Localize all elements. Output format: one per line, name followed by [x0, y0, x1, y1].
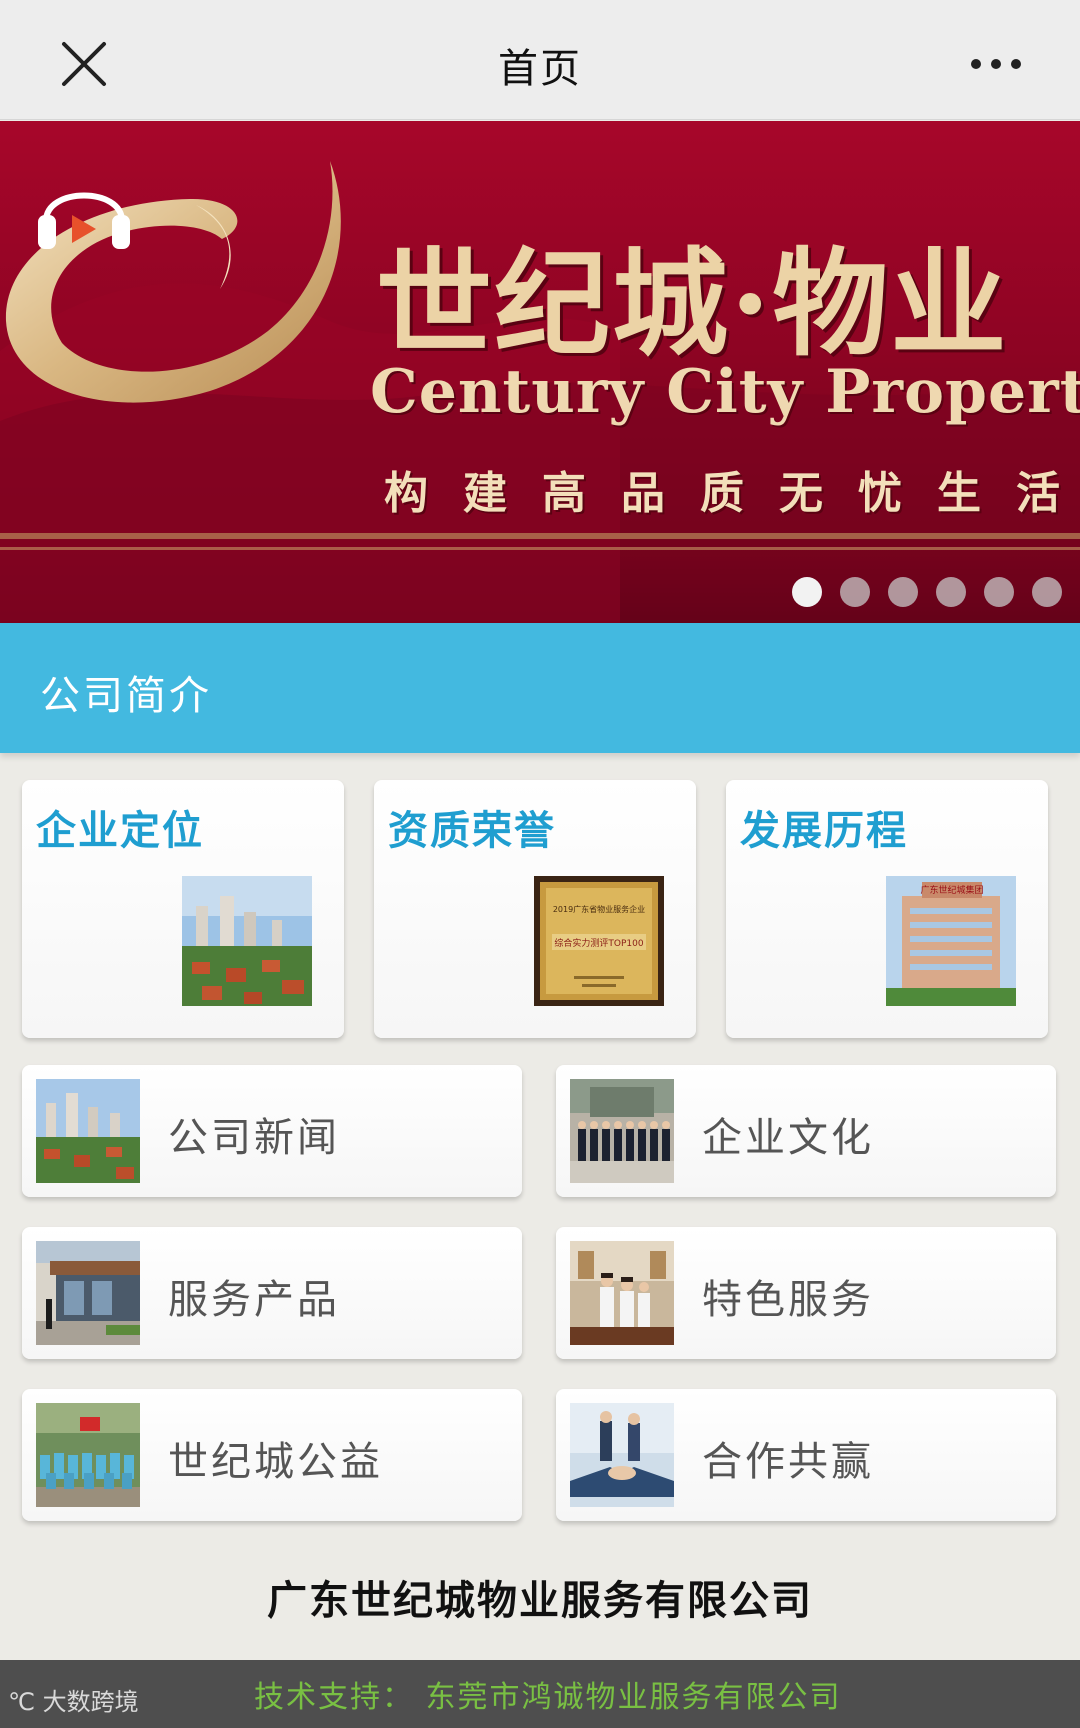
menu-item-company-news[interactable]: 公司新闻 — [22, 1065, 522, 1197]
brand-chinese-name: 世纪城·物业 — [376, 236, 1009, 372]
section-header: 公司简介 — [0, 623, 1080, 753]
banner-carousel[interactable]: 世纪城·物业 Century City Property 构建高品质无忧生活 — [0, 121, 1080, 623]
menu-item-label: 服务产品 — [168, 1277, 340, 1323]
service-staff-photo — [570, 1241, 674, 1345]
carousel-dot[interactable] — [888, 577, 918, 607]
carousel-dot[interactable] — [984, 577, 1014, 607]
watermark-text: 大数跨境 — [42, 1688, 139, 1716]
award-plaque-photo: 2019广东省物业服务企业 综合实力测评TOP100 — [534, 876, 664, 1006]
plaque-line2: 综合实力测评TOP100 — [554, 937, 643, 949]
carousel-dots — [792, 577, 1062, 609]
watermark-logo-icon: ℃ — [8, 1688, 35, 1716]
menu-item-label: 合作共赢 — [702, 1439, 874, 1485]
brand-english-name: Century City Property — [370, 357, 1080, 427]
handshake-photo — [570, 1403, 674, 1507]
menu-item-corporate-culture[interactable]: 企业文化 — [556, 1065, 1056, 1197]
menu-item-charity[interactable]: 世纪城公益 — [22, 1389, 522, 1521]
residential-towers-photo — [36, 1079, 140, 1183]
company-name: 广东世纪城物业服务有限公司 — [267, 1578, 813, 1624]
page-title: 首页 — [498, 46, 582, 92]
plaque-line1: 2019广东省物业服务企业 — [553, 904, 645, 914]
section-title: 公司简介 — [40, 673, 212, 719]
building-sign: 广东世纪城集团 — [920, 884, 983, 896]
building-entrance-photo — [36, 1241, 140, 1345]
volunteer-group-photo — [36, 1403, 140, 1507]
carousel-dot[interactable] — [1032, 577, 1062, 607]
banner-slogan: 构建高品质无忧生活 — [384, 468, 1080, 519]
staff-group-photo — [570, 1079, 674, 1183]
menu-item-label: 公司新闻 — [168, 1115, 340, 1161]
watermark: ℃ 大数跨境 — [8, 1682, 139, 1717]
carousel-dot[interactable] — [792, 577, 822, 607]
tile-development-history[interactable]: 发展历程 广东世纪城集团 — [726, 780, 1048, 1038]
menu-item-label: 特色服务 — [702, 1277, 874, 1323]
headphones-play-icon[interactable] — [36, 171, 132, 257]
carousel-dot[interactable] — [840, 577, 870, 607]
menu-item-cooperation[interactable]: 合作共赢 — [556, 1389, 1056, 1521]
top-bar: 首页 — [0, 0, 1080, 120]
tile-qualification-honors[interactable]: 资质荣誉 2019广东省物业服务企业 综合实力测评TOP100 — [374, 780, 696, 1038]
tech-support-link[interactable]: 技术支持： 东莞市鸿诚物业服务有限公司 — [254, 1672, 842, 1716]
menu-item-label: 企业文化 — [702, 1115, 874, 1161]
residential-towers-photo — [182, 876, 312, 1006]
page: 首页 世纪城·物业 Century City Property 构建高品质无忧生… — [0, 0, 1080, 1728]
tile-label: 资质荣誉 — [388, 808, 556, 854]
menu-item-label: 世纪城公益 — [168, 1439, 383, 1485]
company-building-photo: 广东世纪城集团 — [886, 876, 1016, 1006]
support-bar: ℃ 大数跨境 技术支持： 东莞市鸿诚物业服务有限公司 — [0, 1660, 1080, 1728]
more-dots-icon[interactable] — [966, 50, 1026, 78]
tile-label: 发展历程 — [740, 808, 908, 854]
menu-item-service-products[interactable]: 服务产品 — [22, 1227, 522, 1359]
tile-label: 企业定位 — [36, 808, 204, 854]
tile-enterprise-positioning[interactable]: 企业定位 — [22, 780, 344, 1038]
menu-item-featured-services[interactable]: 特色服务 — [556, 1227, 1056, 1359]
carousel-dot[interactable] — [936, 577, 966, 607]
